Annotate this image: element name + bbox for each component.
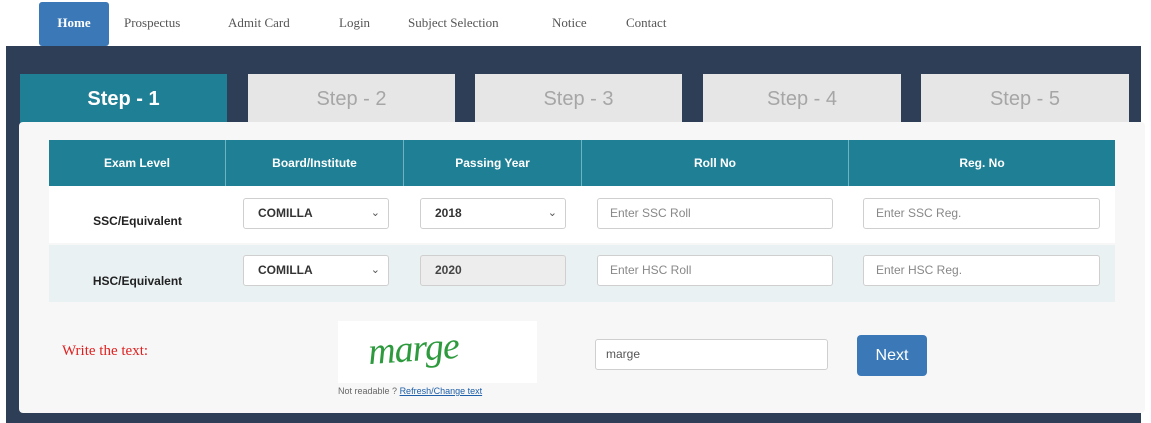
ssc-board-select[interactable]: COMILLA ⌄ [243,198,389,229]
nav-contact[interactable]: Contact [626,0,666,46]
chevron-down-icon: ⌄ [370,264,380,276]
header-reg-no: Reg. No [959,156,1005,170]
exam-level-hsc: HSC/Equivalent [92,274,183,288]
table-row-hsc: HSC/Equivalent COMILLA ⌄ 2020 Enter HSC … [49,245,1115,302]
nav-subject-selection[interactable]: Subject Selection [408,0,499,46]
hsc-reg-input[interactable]: Enter HSC Reg. [863,255,1100,286]
chevron-down-icon: ⌄ [370,207,380,219]
tab-step-2[interactable]: Step - 2 [248,74,455,124]
captcha-prompt: Write the text: [62,343,149,359]
nav-home[interactable]: Home [39,2,109,46]
tab-step-3[interactable]: Step - 3 [475,74,682,124]
ssc-year-select[interactable]: 2018 ⌄ [420,198,566,229]
nav-login[interactable]: Login [339,0,370,46]
ssc-roll-input[interactable]: Enter SSC Roll [597,198,833,229]
chevron-down-icon: ⌄ [547,207,557,219]
captcha-word: marge [366,324,461,374]
hsc-board-select[interactable]: COMILLA ⌄ [243,255,389,286]
nav-prospectus[interactable]: Prospectus [124,0,180,46]
header-roll-no: Roll No [582,140,849,186]
ssc-year-value: 2018 [435,206,462,220]
table-row-ssc: SSC/Equivalent COMILLA ⌄ 2018 ⌄ Enter SS… [49,186,1115,243]
header-exam-level: Exam Level [49,140,226,186]
captcha-refresh-link[interactable]: Refresh/Change text [400,386,483,396]
nav-notice[interactable]: Notice [552,0,587,46]
exam-level-ssc: SSC/Equivalent [93,214,182,228]
nav-admit-card[interactable]: Admit Card [228,0,290,46]
hsc-year-field: 2020 [420,255,566,286]
header-passing-year: Passing Year [404,140,582,186]
hsc-roll-input[interactable]: Enter HSC Roll [597,255,833,286]
tab-step-5[interactable]: Step - 5 [921,74,1129,124]
tab-step-4[interactable]: Step - 4 [703,74,901,124]
table-header: Exam Level Board/Institute Passing Year … [49,140,1115,186]
tab-step-1[interactable]: Step - 1 [20,74,227,124]
captcha-image: marge [338,321,537,383]
top-navigation: Home Prospectus Admit Card Login Subject… [0,0,1151,46]
ssc-reg-input[interactable]: Enter SSC Reg. [863,198,1100,229]
captcha-input[interactable]: marge [595,339,828,370]
header-board: Board/Institute [226,140,404,186]
captcha-help: Not readable ? Refresh/Change text [338,386,482,396]
hsc-board-value: COMILLA [258,263,313,277]
captcha-help-text: Not readable ? [338,386,398,396]
ssc-board-value: COMILLA [258,206,313,220]
next-button[interactable]: Next [857,335,927,376]
